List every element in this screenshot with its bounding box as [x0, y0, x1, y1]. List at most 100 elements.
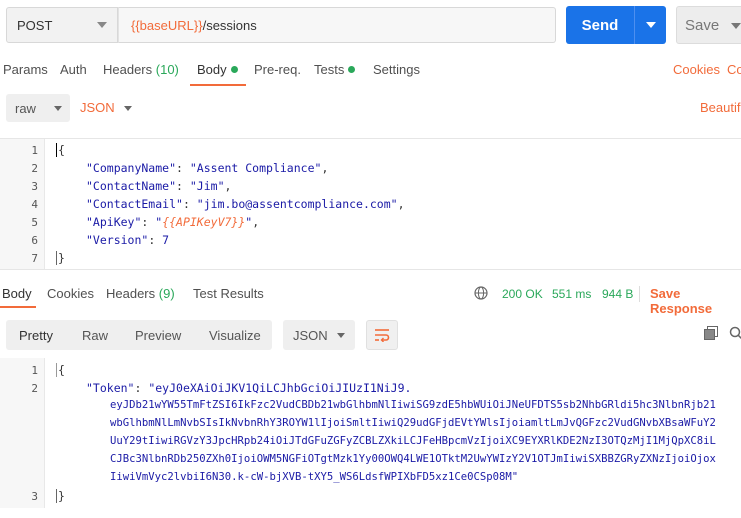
json-key: "CompanyName": [86, 161, 177, 175]
globe-icon[interactable]: [474, 286, 488, 303]
token-line: IiwiVmVyc2lvbiI6N30.k-cW-bjXVB-tXY5_WS6L…: [110, 471, 519, 483]
brace-open: {: [58, 363, 65, 377]
line-number: 2: [31, 162, 38, 175]
url-variable: {{baseURL}}: [131, 17, 203, 33]
headers-count: (10): [155, 62, 179, 77]
save-response-label: Save Response: [650, 286, 713, 316]
response-tab-headers-label: Headers: [106, 286, 156, 301]
response-format-label: JSON: [293, 327, 328, 343]
line-number: 7: [31, 252, 38, 265]
token-line: "eyJ0eXAiOiJKV1QiLCJhbGciOiJIUzI1NiJ9.: [148, 381, 412, 395]
send-options-button[interactable]: [635, 6, 666, 44]
code-line: "ContactEmail": "jim.bo@assentcompliance…: [86, 197, 405, 211]
line-number: 4: [31, 198, 38, 211]
line-number: 3: [31, 180, 38, 193]
code-line: "Token": "eyJ0eXAiOiJKV1QiLCJhbGciOiJIUz…: [86, 381, 412, 395]
body-language-select[interactable]: JSON: [80, 100, 132, 115]
code-line: }: [56, 489, 65, 503]
line-number: 1: [31, 364, 38, 377]
tab-settings[interactable]: Settings: [373, 62, 420, 77]
response-format-select[interactable]: JSON: [283, 320, 355, 350]
code-line: "Version": 7: [86, 233, 170, 247]
line-number: 5: [31, 216, 38, 229]
token-line: eyJDb21wYW55TmFtZSI6IkFzc2VudCBDb21wbGlh…: [110, 399, 716, 411]
code-line: }: [56, 251, 65, 265]
active-response-tab-indicator: [0, 306, 36, 308]
json-key: "ApiKey": [86, 215, 142, 229]
url-input[interactable]: {{baseURL}}/sessions: [118, 7, 556, 43]
response-tabs: Body Cookies Headers (9) Test Results 20…: [0, 286, 741, 316]
json-key: "Version": [86, 233, 149, 247]
response-tab-test-results[interactable]: Test Results: [193, 286, 264, 301]
chevron-down-icon: [337, 333, 345, 338]
tab-body-label: Body: [197, 62, 227, 77]
brace-close: }: [58, 251, 65, 265]
response-view-toggle: Pretty Raw Preview Visualize: [6, 320, 272, 350]
response-tab-headers[interactable]: Headers (9): [106, 286, 175, 301]
divider: [639, 286, 640, 302]
code-line: "CompanyName": "Assent Compliance",: [86, 161, 329, 175]
tab-params[interactable]: Params: [3, 62, 48, 77]
json-value: 7: [162, 233, 170, 247]
json-key: "Token": [86, 381, 135, 395]
tab-auth[interactable]: Auth: [60, 62, 87, 77]
copy-icon[interactable]: [704, 326, 718, 343]
line-number: 6: [31, 234, 38, 247]
response-tab-body[interactable]: Body: [2, 286, 32, 301]
tab-prereq[interactable]: Pre-req.: [254, 62, 301, 77]
save-button[interactable]: Save: [676, 6, 741, 44]
view-visualize[interactable]: Visualize: [209, 328, 261, 343]
code-line: "ApiKey": "{{APIKeyV7}}",: [86, 215, 260, 229]
code-line: {: [56, 363, 65, 377]
search-icon[interactable]: [729, 326, 741, 343]
body-language-label: JSON: [80, 100, 115, 115]
response-line-gutter: [0, 358, 45, 508]
tab-tests-label: Tests: [314, 62, 345, 77]
wrap-lines-button[interactable]: [366, 320, 398, 350]
json-value: "Assent Compliance": [189, 161, 322, 175]
token-line: wbGlhbmNlLmNvbSIsIkNvbnRhY3ROYW1lIjoiSml…: [110, 417, 716, 429]
request-body-editor[interactable]: 1 2 3 4 5 6 7 { "CompanyName": "Assent C…: [0, 138, 741, 270]
json-variable: {{APIKeyV7}}: [162, 215, 246, 229]
tab-headers-label: Headers: [103, 62, 153, 77]
method-select[interactable]: POST: [6, 7, 118, 43]
status-dot-icon: [230, 66, 238, 74]
json-key: "ContactName": [86, 179, 177, 193]
url-path: /sessions: [202, 17, 257, 33]
view-preview[interactable]: Preview: [135, 328, 181, 343]
body-mode-select[interactable]: raw: [6, 94, 70, 122]
method-label: POST: [17, 17, 53, 33]
cookies-link[interactable]: Cookies: [673, 62, 720, 77]
response-tab-cookies[interactable]: Cookies: [47, 286, 94, 301]
brace-open: {: [58, 143, 65, 157]
view-raw[interactable]: Raw: [82, 328, 108, 343]
code-link[interactable]: Co: [727, 62, 741, 77]
json-value: "jim.bo@assentcompliance.com": [196, 197, 398, 211]
view-pretty[interactable]: Pretty: [19, 328, 53, 343]
line-number: 1: [31, 144, 38, 157]
status-dot-icon: [348, 66, 356, 74]
chevron-down-icon: [731, 23, 741, 29]
body-mode-label: raw: [15, 100, 36, 116]
save-response-button[interactable]: Save Response: [650, 286, 741, 316]
code-line: "ContactName": "Jim",: [86, 179, 232, 193]
chevron-down-icon: [54, 106, 62, 111]
tab-tests[interactable]: Tests: [314, 62, 356, 77]
brace-close: }: [58, 489, 65, 503]
send-button[interactable]: Send: [566, 6, 666, 44]
response-status: 200 OK: [502, 287, 543, 301]
json-key: "ContactEmail": [86, 197, 183, 211]
save-button-label: Save: [685, 16, 720, 34]
tab-headers[interactable]: Headers (10): [103, 62, 179, 77]
line-number: 2: [31, 382, 38, 395]
line-number: 3: [31, 490, 38, 503]
token-line: UuY29tIiwiRGVzY3JpcHRpb24iOiJTdGFuZGFyZC…: [110, 435, 716, 447]
code-line: {: [56, 143, 65, 157]
response-headers-count: (9): [158, 286, 175, 301]
wrap-icon: [375, 329, 390, 342]
beautify-link[interactable]: Beautif: [700, 100, 740, 115]
json-quote: ": [245, 215, 253, 229]
json-value: "Jim": [189, 179, 225, 193]
tab-body[interactable]: Body: [197, 62, 238, 77]
request-tabs: Params Auth Headers (10) Body Pre-req. T…: [0, 62, 741, 84]
